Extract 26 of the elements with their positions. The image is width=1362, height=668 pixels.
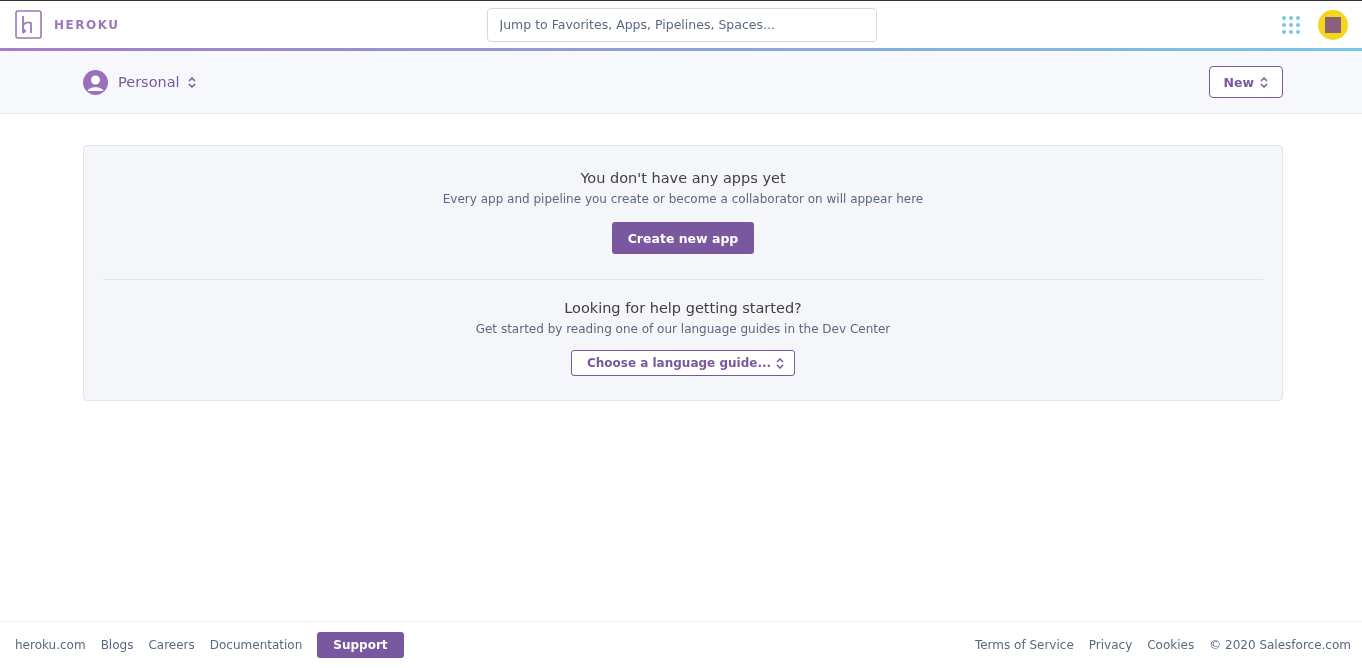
footer-link[interactable]: Careers — [148, 638, 195, 652]
support-button[interactable]: Support — [317, 632, 404, 658]
footer-link[interactable]: Terms of Service — [974, 638, 1074, 652]
apps-grid-icon[interactable] — [1282, 15, 1300, 34]
caret-icon — [1260, 76, 1268, 88]
new-button[interactable]: New — [1208, 66, 1283, 98]
search-field[interactable]: Jump to Favorites, Apps, Pipelines, Spaces... — [486, 7, 877, 42]
avatar-icon[interactable] — [1318, 9, 1348, 40]
create-app-button[interactable]: Create new app — [611, 222, 755, 254]
footer-link[interactable]: Privacy — [1088, 638, 1133, 652]
help-text: Get started by reading one of our language guides in the Dev Center — [475, 322, 891, 336]
caret-icon — [776, 357, 785, 369]
language-guide-select[interactable]: Choose a language guide... — [570, 350, 796, 376]
empty-state-title: You don't have any apps yet — [580, 170, 786, 186]
footer-link[interactable]: Blogs — [100, 638, 134, 652]
account-selector[interactable]: Personal — [118, 74, 196, 90]
logo-icon[interactable] — [15, 10, 42, 39]
help-title: Looking for help getting started? — [564, 300, 802, 316]
footer-link[interactable]: Cookies — [1147, 638, 1195, 652]
user-avatar-icon — [83, 69, 108, 95]
empty-state-text: Every app and pipeline you create or become a collaborator on will appear here — [442, 192, 924, 206]
copyright-text: © 2020 Salesforce.com — [1209, 638, 1351, 652]
brand-name: HEROKU — [54, 17, 120, 32]
footer-link[interactable]: heroku.com — [15, 638, 86, 652]
footer-link[interactable]: Documentation — [209, 638, 303, 652]
caret-icon — [187, 76, 196, 88]
